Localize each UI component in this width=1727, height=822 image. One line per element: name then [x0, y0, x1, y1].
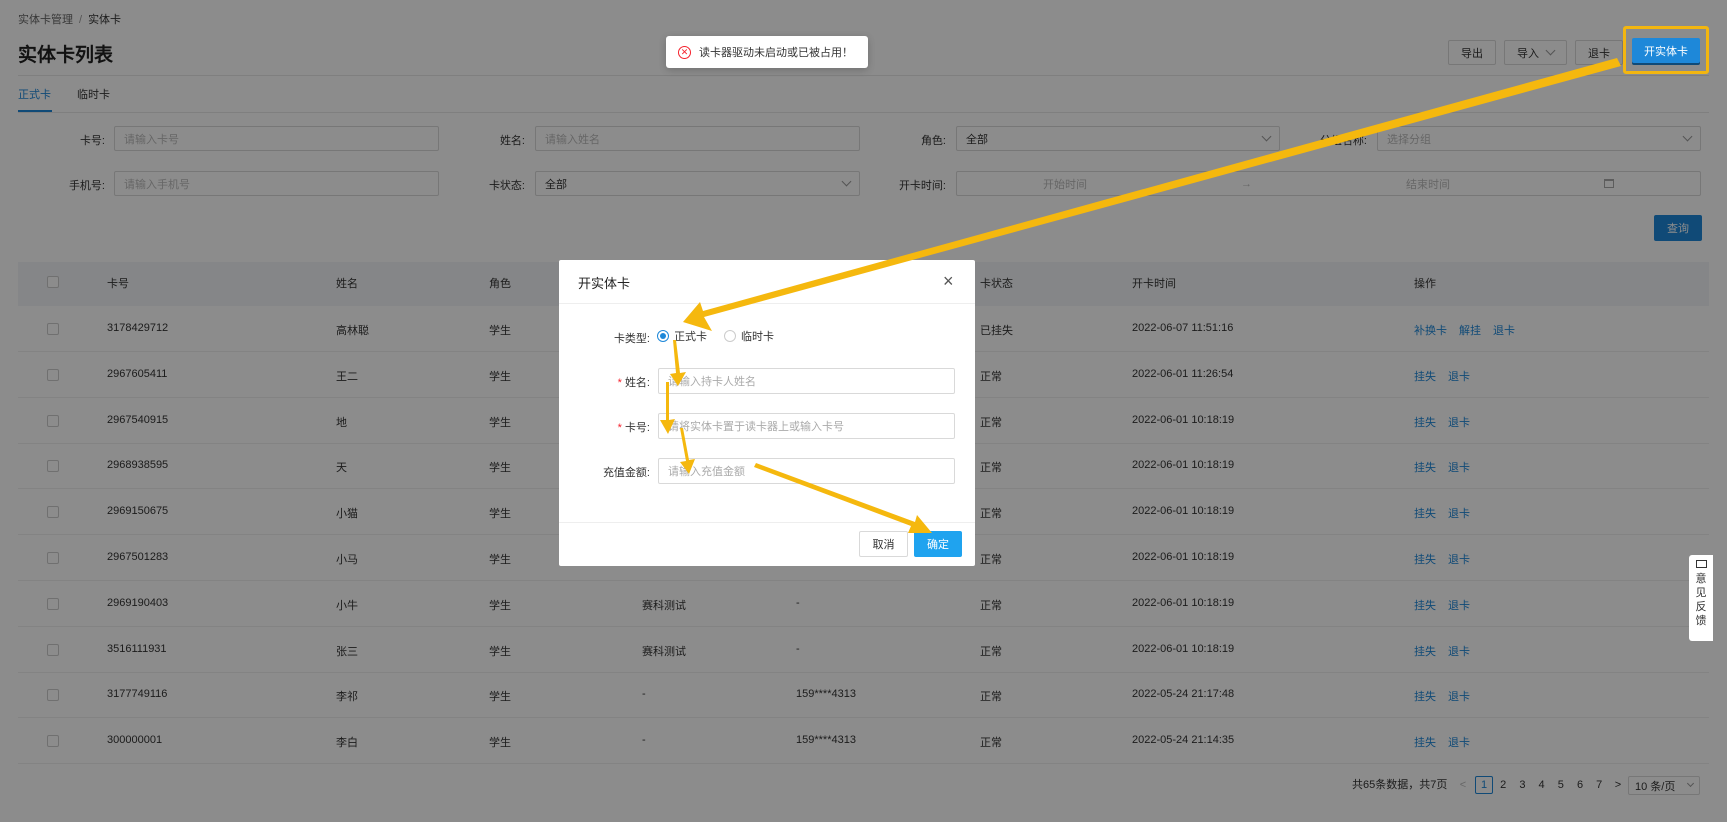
error-toast: ✕ 读卡器驱动未启动或已被占用！ [666, 36, 868, 68]
card-type-label: 卡类型: [613, 333, 650, 345]
required-mark: * [617, 377, 622, 389]
radio-temp-card[interactable] [724, 330, 736, 342]
modal-card-label-text: 卡号: [624, 422, 650, 434]
modal-name-label-text: 姓名: [624, 377, 650, 389]
feedback-tab[interactable]: 意 见 反 馈 [1689, 555, 1713, 641]
feedback-char-1: 意 [1695, 573, 1707, 585]
modal-header-divider [559, 303, 975, 304]
card-type-radio-group: 正式卡 临时卡 [657, 328, 774, 344]
modal-footer-divider [559, 522, 975, 523]
mail-icon [1695, 560, 1707, 568]
open-card-button-highlighted[interactable]: 开实体卡 [1632, 38, 1700, 63]
amount-label: 充值金额: [602, 467, 650, 479]
feedback-char-3: 反 [1695, 601, 1707, 613]
cancel-button[interactable]: 取消 [859, 531, 908, 557]
recharge-amount-input[interactable]: 请输入充值金额 [658, 458, 955, 484]
holder-name-input[interactable]: 请输入持卡人姓名 [658, 368, 955, 394]
modal-name-label: * 姓名: [560, 374, 650, 390]
radio-temp-label[interactable]: 临时卡 [741, 328, 774, 344]
modal-card-label: * 卡号: [560, 419, 650, 435]
radio-formal-card[interactable] [657, 330, 669, 342]
feedback-char-4: 馈 [1695, 615, 1707, 627]
error-circle-icon: ✕ [678, 45, 691, 59]
feedback-char-2: 见 [1695, 587, 1707, 599]
modal-title: 开实体卡 [578, 276, 631, 291]
required-mark: * [617, 422, 622, 434]
card-number-input[interactable]: 请将实体卡置于读卡器上或输入卡号 [658, 413, 955, 439]
close-icon[interactable]: × [943, 271, 954, 292]
toast-message: 读卡器驱动未启动或已被占用！ [699, 47, 853, 59]
radio-formal-label[interactable]: 正式卡 [674, 328, 707, 344]
confirm-button[interactable]: 确定 [914, 531, 962, 557]
